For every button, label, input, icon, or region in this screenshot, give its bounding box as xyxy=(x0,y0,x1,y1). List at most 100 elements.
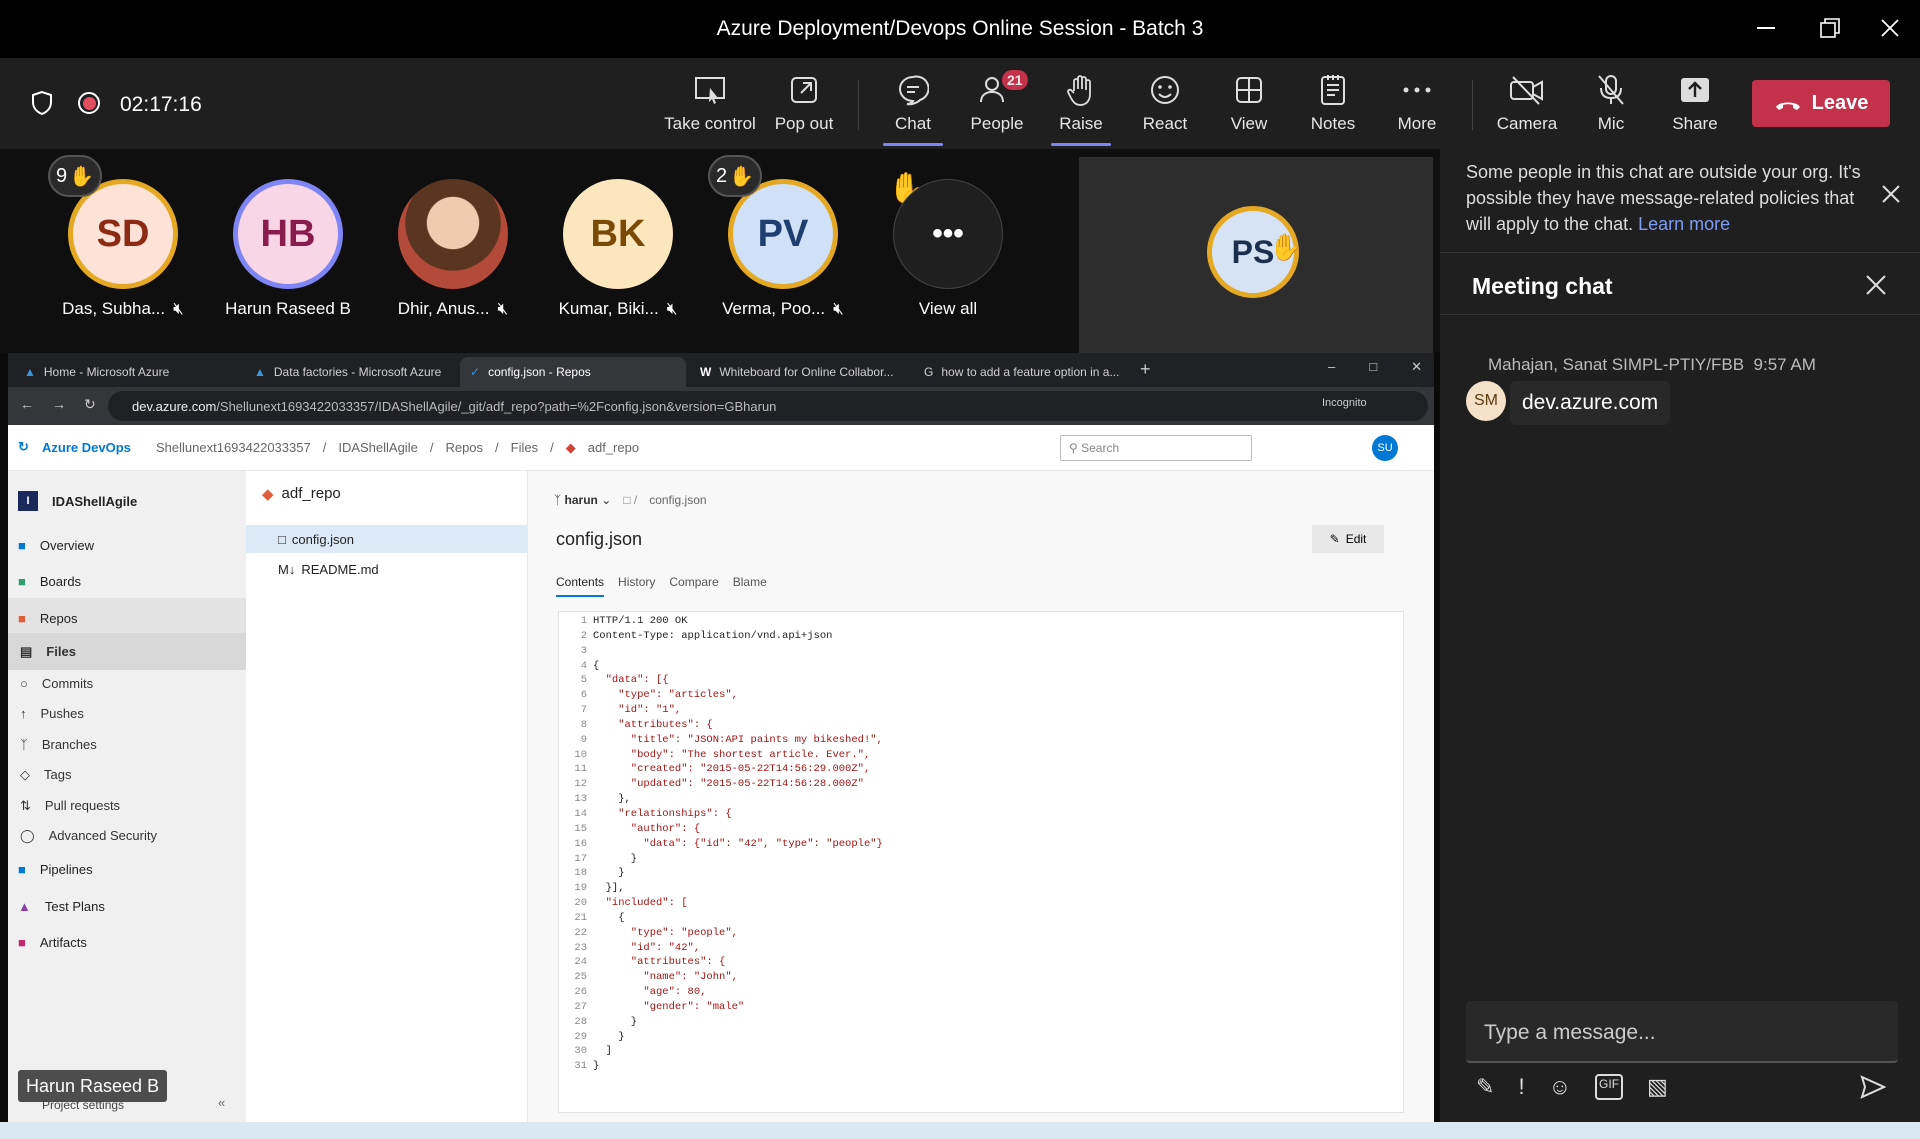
collapse-icon[interactable]: « xyxy=(218,1095,225,1110)
raise-hand-button[interactable]: Raise xyxy=(1041,72,1121,146)
google-icon: G xyxy=(924,365,934,379)
participant-tile[interactable]: SD Das, Subha... 🔇︎ xyxy=(48,179,198,319)
chat-header: Meeting chat xyxy=(1440,252,1920,315)
close-icon[interactable] xyxy=(1882,185,1900,208)
restore-icon[interactable]: □ xyxy=(1369,359,1377,375)
file-item-selected[interactable]: □ config.json xyxy=(246,525,528,553)
sticker-icon[interactable]: ▧ xyxy=(1647,1074,1668,1100)
artifacts-icon: ■ xyxy=(18,934,26,950)
participant-tile[interactable]: BK Kumar, Biki... 🔇︎ xyxy=(543,179,693,319)
view-all-button[interactable]: ••• View all xyxy=(873,179,1023,319)
code-line: 16 "data": {"id": "42", "type": "people"… xyxy=(574,837,883,850)
code-line: 11 "created": "2015-05-22T14:56:29.000Z"… xyxy=(574,763,871,776)
learn-more-link[interactable]: Learn more xyxy=(1638,214,1730,234)
browser-tab-active[interactable]: ✓ config.json - Repos xyxy=(460,357,686,387)
project-selector[interactable]: I IDAShellAgile xyxy=(8,481,246,521)
git-icon: ◆ xyxy=(565,440,576,455)
minimize-icon[interactable] xyxy=(1750,12,1782,44)
tab-compare[interactable]: Compare xyxy=(669,575,718,597)
restore-icon[interactable] xyxy=(1814,12,1846,44)
mic-off-icon xyxy=(1571,72,1651,108)
back-icon[interactable]: ← xyxy=(20,396,34,413)
forward-icon[interactable]: → xyxy=(52,396,66,413)
close-icon[interactable]: ✕ xyxy=(1411,359,1422,375)
mic-off-icon: 🔇︎ xyxy=(666,299,678,318)
hand-icon xyxy=(1041,72,1121,108)
emoji-icon[interactable]: ☺ xyxy=(1549,1074,1571,1100)
important-icon[interactable]: ! xyxy=(1518,1074,1524,1100)
test-plans-icon: ▲ xyxy=(18,898,31,914)
user-avatar[interactable]: SU xyxy=(1372,435,1398,461)
file-icon: □ xyxy=(278,532,286,547)
view-button[interactable]: View xyxy=(1209,72,1289,134)
more-button[interactable]: More xyxy=(1377,72,1457,134)
url-field[interactable]: dev.azure.com/Shellunext1693422033357/ID… xyxy=(108,391,1428,421)
code-line: 30 ] xyxy=(574,1045,612,1058)
send-icon[interactable] xyxy=(1860,1075,1887,1104)
gif-icon[interactable]: GIF xyxy=(1595,1074,1624,1100)
nav-pipelines[interactable]: ■ Pipelines xyxy=(8,849,246,889)
react-button[interactable]: React xyxy=(1125,72,1205,134)
repos-icon: ■ xyxy=(18,610,26,626)
code-line: 9 "title": "JSON:API paints my bikeshed!… xyxy=(580,733,883,746)
participant-tile[interactable]: Dhir, Anus... 🔇︎ xyxy=(378,179,528,319)
devops-logo-icon: ↻ xyxy=(18,439,29,454)
meeting-chat-panel: Some people in this chat are outside you… xyxy=(1440,149,1920,1122)
chat-title: Meeting chat xyxy=(1472,273,1613,299)
close-icon[interactable] xyxy=(1866,275,1886,300)
tab-blame[interactable]: Blame xyxy=(733,575,767,597)
take-control-icon xyxy=(660,72,760,108)
pop-out-button[interactable]: Pop out xyxy=(764,72,844,134)
avatar: BK xyxy=(563,179,673,289)
browser-tab[interactable]: ▲ Home - Microsoft Azure xyxy=(14,357,234,387)
participant-name: Das, Subha... xyxy=(62,299,166,318)
code-line: 21 { xyxy=(574,911,625,924)
reload-icon[interactable]: ↻ xyxy=(84,396,96,413)
participant-tile[interactable]: HB Harun Raseed B xyxy=(213,179,363,319)
code-line: 12 "updated": "2015-05-22T14:56:28.000Z" xyxy=(574,778,864,791)
nav-repos[interactable]: ■ Repos xyxy=(8,598,246,638)
leave-button[interactable]: Leave xyxy=(1752,80,1890,127)
nav-boards[interactable]: ■ Boards xyxy=(8,561,246,601)
mic-button[interactable]: Mic xyxy=(1571,72,1651,134)
code-viewer[interactable]: 1 HTTP/1.1 200 OK 2 Content-Type: applicati… xyxy=(558,611,1404,1113)
presenter-tile[interactable]: PS ✋ xyxy=(1079,157,1433,353)
incognito-badge: Incognito xyxy=(1322,397,1367,409)
notes-button[interactable]: Notes xyxy=(1293,72,1373,134)
participant-tile[interactable]: PV Verma, Poo... 🔇︎ xyxy=(708,179,858,319)
nav-overview[interactable]: ■ Overview xyxy=(8,525,246,565)
nav-artifacts[interactable]: ■ Artifacts xyxy=(8,922,246,962)
repo-header: ◆ adf_repo xyxy=(262,485,341,503)
devops-header: ↻ Azure DevOps Shellunext1693422033357/ … xyxy=(8,425,1434,471)
format-icon[interactable]: ✎ xyxy=(1476,1074,1494,1100)
people-button[interactable]: 21 People xyxy=(957,70,1037,134)
branch-selector[interactable]: ᛉ harun ⌄ xyxy=(554,493,611,507)
search-input[interactable]: ⚲ Search xyxy=(1060,435,1252,461)
avatar: SM xyxy=(1466,381,1506,421)
message-input[interactable]: Type a message... xyxy=(1466,1001,1898,1063)
file-item[interactable]: M↓ README.md xyxy=(246,555,528,583)
camera-button[interactable]: Camera xyxy=(1487,72,1567,134)
close-window-icon[interactable] xyxy=(1874,12,1906,44)
branch-icon: ᛉ xyxy=(20,737,28,752)
word-icon: W xyxy=(700,365,712,379)
code-line: 14 "relationships": { xyxy=(574,807,732,820)
browser-tab[interactable]: W Whiteboard for Online Collabor... xyxy=(690,357,910,387)
tab-contents[interactable]: Contents xyxy=(556,575,605,597)
toolbar-divider xyxy=(1472,80,1473,130)
browser-tab[interactable]: Ghow to add a feature option in a... xyxy=(914,357,1122,387)
take-control-button[interactable]: Take control xyxy=(660,72,760,134)
pipelines-icon: ■ xyxy=(18,861,26,877)
minimize-icon[interactable]: – xyxy=(1328,359,1335,375)
tab-history[interactable]: History xyxy=(618,575,655,597)
edit-button[interactable]: ✎ Edit xyxy=(1312,525,1384,553)
share-button[interactable]: Share xyxy=(1655,72,1735,134)
mic-off-icon: 🔇︎ xyxy=(497,299,509,318)
browser-tab[interactable]: ▲ Data factories - Microsoft Azure xyxy=(244,357,456,387)
new-tab-icon[interactable]: + xyxy=(1140,359,1151,380)
nav-test-plans[interactable]: ▲ Test Plans xyxy=(8,886,246,926)
pull-request-icon: ⇅ xyxy=(20,797,31,813)
share-icon xyxy=(1655,72,1735,108)
code-line: 1 HTTP/1.1 200 OK xyxy=(580,615,688,627)
chat-button[interactable]: Chat xyxy=(873,72,953,146)
